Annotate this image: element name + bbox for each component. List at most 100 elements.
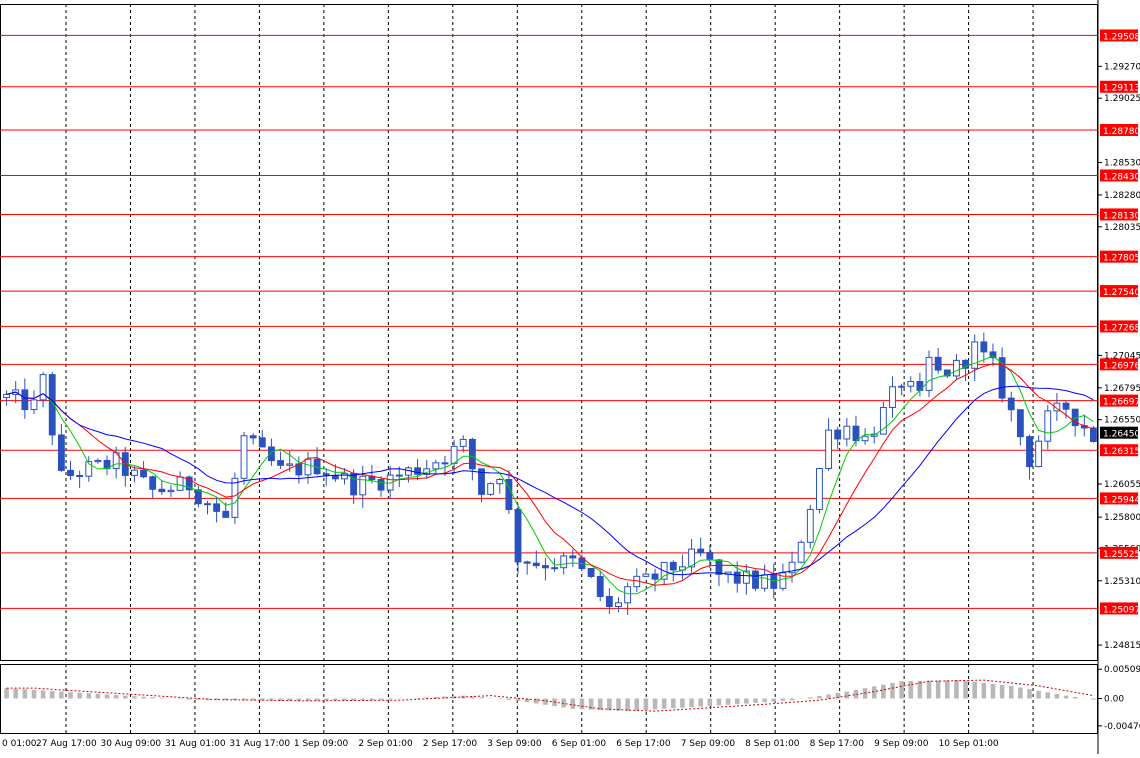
candle-body: [1035, 440, 1043, 468]
level-label: 1.26697: [1103, 398, 1140, 408]
price-tick-label: 1.29270: [1104, 62, 1140, 72]
candle-body: [94, 459, 102, 463]
candle-body: [331, 474, 339, 480]
level-label: 1.28430: [1103, 172, 1140, 182]
oscillator-tick-label: 0.00509: [1104, 665, 1140, 675]
candle-body: [1062, 402, 1070, 410]
candle-body: [149, 476, 157, 490]
candle-body: [953, 359, 960, 377]
candle-body: [487, 483, 495, 495]
time-label: 6 Sep 01:00: [552, 739, 607, 749]
candle-body: [596, 575, 604, 597]
candle-body: [240, 435, 248, 479]
time-label: 1 Sep 09:00: [294, 739, 349, 749]
candle-body: [706, 552, 714, 561]
price-tick-label: 1.28530: [1104, 158, 1140, 168]
candle-body: [797, 541, 805, 563]
candle-body: [131, 469, 138, 476]
candle-body: [432, 462, 440, 470]
price-tick-label: 1.26795: [1104, 384, 1140, 394]
time-label: 27 Aug 17:00: [36, 739, 97, 749]
candle-body: [669, 561, 677, 571]
time-label: 6 Sep 17:00: [616, 739, 671, 749]
price-tick-label: 1.26055: [1104, 480, 1140, 490]
oscillator-tick-label: 0.00: [1104, 695, 1124, 705]
candle-body: [934, 356, 942, 371]
level-label: 1.29113: [1103, 84, 1140, 94]
time-label: 7 Sep 09:00: [681, 739, 736, 749]
candle-body: [1044, 410, 1052, 442]
time-label: 30 Aug 09:00: [100, 739, 161, 749]
candle-body: [761, 574, 769, 589]
candle-body: [395, 474, 403, 477]
candle-body: [3, 393, 10, 399]
candle-body: [697, 548, 705, 554]
candle-body: [359, 475, 367, 496]
price-tick-label: 1.29025: [1104, 94, 1140, 104]
time-label: 3 Sep 09:00: [487, 739, 542, 749]
candle-body: [140, 469, 147, 478]
candle-body: [67, 469, 74, 477]
candle-body: [1007, 397, 1015, 411]
candle-body: [651, 573, 659, 580]
level-label: 1.27540: [1103, 288, 1140, 298]
candle-body: [468, 438, 476, 470]
candle-body: [806, 508, 814, 543]
candle-body: [605, 595, 613, 608]
time-label: 0 01:00: [2, 739, 37, 749]
price-tick-label: 1.25310: [1104, 577, 1140, 587]
candle-body: [523, 561, 531, 564]
candle-body: [277, 460, 284, 466]
chart-root[interactable]: 1.29270 1.29025 1.28530 1.28280 1.28035 1.270…: [0, 0, 1140, 754]
candle-body: [834, 429, 842, 440]
candle-body: [350, 472, 358, 496]
candle-body: [752, 570, 759, 589]
candle-body: [733, 571, 741, 584]
level-label: 1.28130: [1103, 211, 1140, 221]
candle-body: [551, 567, 558, 570]
time-label: 8 Sep 17:00: [810, 739, 865, 749]
time-label: 31 Aug 17:00: [229, 739, 290, 749]
candle-body: [980, 341, 988, 353]
current-price-label: 1.26450: [1103, 430, 1140, 440]
time-label: 2 Sep 17:00: [423, 739, 478, 749]
price-chart[interactable]: 1.292701.290251.285301.282801.280351.270…: [0, 0, 1140, 754]
candle-body: [916, 381, 924, 391]
candle-body: [907, 381, 915, 387]
candle-body: [158, 488, 166, 493]
price-tick-label: 1.25800: [1104, 513, 1140, 523]
candle-body: [496, 479, 504, 485]
level-label: 1.26315: [1103, 447, 1140, 457]
candle-body: [624, 586, 632, 604]
candle-body: [222, 510, 230, 518]
candle-body: [1026, 436, 1033, 468]
candle-body: [587, 568, 595, 577]
candle-body: [204, 503, 211, 506]
candle-body: [898, 385, 906, 388]
candle-body: [642, 573, 650, 577]
candle-body: [715, 559, 723, 575]
candle-body: [76, 475, 84, 478]
candle-body: [414, 467, 421, 475]
time-label: 9 Sep 09:00: [874, 739, 929, 749]
candle-body: [514, 508, 522, 563]
candle-body: [167, 489, 175, 493]
candle-body: [1016, 409, 1024, 438]
level-label: 1.25525: [1103, 550, 1140, 560]
candle-body: [615, 602, 622, 608]
candle-body: [21, 389, 29, 411]
candle-body: [231, 477, 239, 518]
candle-body: [377, 478, 385, 491]
candle-body: [57, 434, 65, 471]
candle-body: [304, 458, 312, 476]
time-label: 2 Sep 01:00: [358, 739, 413, 749]
candle-body: [249, 435, 257, 439]
candle-body: [441, 462, 449, 465]
time-label: 31 Aug 01:00: [165, 739, 226, 749]
candle-body: [542, 565, 549, 569]
candle-body: [843, 425, 851, 440]
time-label: 10 Sep 01:00: [939, 739, 999, 749]
candle-body: [1090, 427, 1097, 442]
candle-body: [322, 473, 330, 476]
candle-body: [569, 555, 577, 559]
